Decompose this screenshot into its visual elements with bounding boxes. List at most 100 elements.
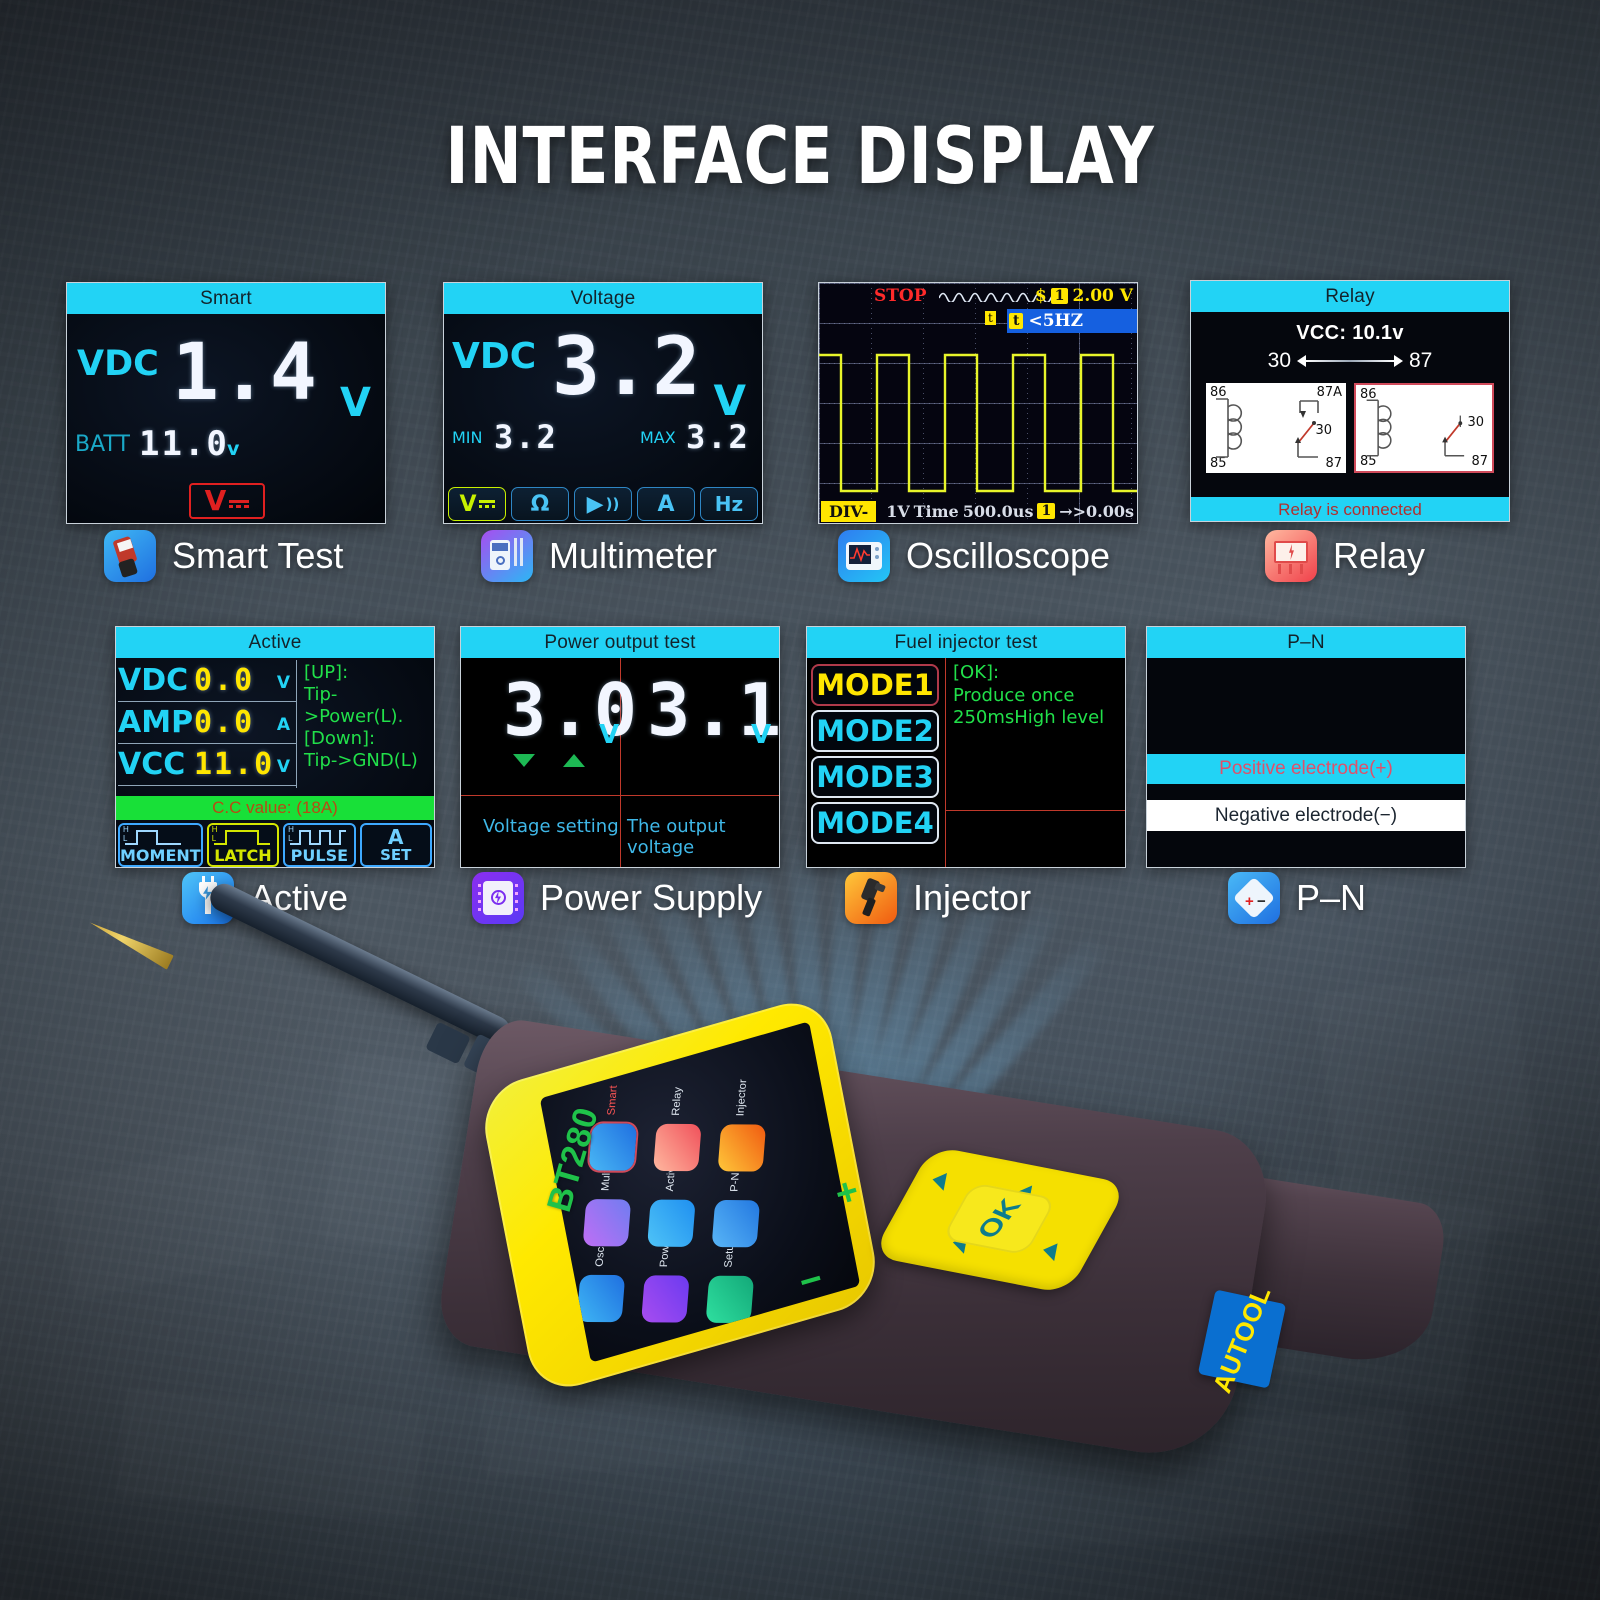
device-menu-label-injector: Injector bbox=[734, 1079, 750, 1117]
smart-batt-unit: v bbox=[227, 438, 240, 460]
diode-icon: ▶ bbox=[586, 491, 604, 517]
relay-diagram-normally-closed: 86 87A 85 87 30 bbox=[1206, 383, 1346, 473]
screen-body-voltage: VDC 3.2 V MIN 3.2 MAX 3.2 V Ω ▶ )) A Hz bbox=[444, 314, 762, 523]
active-readouts: VDC 0.0 V AMP 0.0 A VCC 11.0 V bbox=[118, 660, 296, 786]
increase-arrow-icon[interactable] bbox=[563, 754, 585, 767]
active-mode-buttons[interactable]: HL MOMENT HL LATCH HL PULSE A SET bbox=[118, 823, 432, 867]
smart-vdc-label: VDC bbox=[77, 344, 159, 384]
device-menu-multimeter[interactable]: Multimeter bbox=[582, 1138, 632, 1247]
label-text-relay: Relay bbox=[1333, 535, 1426, 576]
device-menu-relay[interactable]: Relay bbox=[653, 1087, 702, 1172]
screen-active: Active VDC 0.0 V AMP 0.0 A VCC 11.0 V [U… bbox=[115, 626, 435, 868]
smart-main-unit: V bbox=[340, 380, 371, 426]
button-amp-set-a: A bbox=[388, 824, 404, 849]
smart-tester-icon bbox=[104, 530, 156, 582]
screen-title-injector: Fuel injector test bbox=[807, 627, 1125, 658]
voltage-main-value: 3.2 bbox=[552, 320, 703, 413]
button-pulse[interactable]: HL PULSE bbox=[283, 823, 356, 867]
label-relay[interactable]: Relay bbox=[1265, 530, 1425, 582]
autool-logo-text: AUTOOL bbox=[1206, 1281, 1277, 1397]
pn-positive-electrode: Positive electrode(+) bbox=[1147, 754, 1465, 784]
injector-mode-3[interactable]: MODE3 bbox=[811, 756, 939, 798]
screen-title-pn: P–N bbox=[1147, 627, 1465, 658]
tab-diode-continuity[interactable]: ▶ )) bbox=[574, 487, 632, 521]
label-injector[interactable]: Injector bbox=[845, 872, 1031, 924]
tab-resistance[interactable]: Ω bbox=[511, 487, 569, 521]
injector-mode-1[interactable]: MODE1 bbox=[811, 664, 939, 706]
latch-waveform-icon bbox=[213, 830, 270, 845]
screen-title-smart: Smart bbox=[67, 283, 385, 314]
smart-batt-value: 11.0 bbox=[139, 424, 229, 464]
label-multimeter[interactable]: Multimeter bbox=[481, 530, 717, 582]
tab-dc-voltage[interactable]: V bbox=[448, 487, 506, 521]
injector-vertical-divider bbox=[945, 658, 946, 867]
device-menu-injector[interactable]: Injector bbox=[717, 1079, 767, 1172]
label-text-oscilloscope: Oscilloscope bbox=[906, 535, 1111, 576]
multimeter-icon bbox=[481, 530, 533, 582]
device-menu-label-pn: P-N bbox=[728, 1172, 742, 1192]
label-text-smart-test: Smart Test bbox=[172, 535, 344, 576]
device-illustration: Oscilloscope Powered by Setup Multimeter… bbox=[0, 879, 1600, 1600]
power-supply-icon bbox=[472, 872, 524, 924]
device-menu-setup[interactable]: Setup bbox=[705, 1238, 755, 1324]
dc-symbol-icon bbox=[229, 500, 250, 508]
oscilloscope-canvas: STOP $ 1 2.00 V t t <5HZ DIV- 1V Time 50… bbox=[819, 283, 1137, 523]
button-latch[interactable]: HL LATCH bbox=[206, 823, 280, 867]
multimeter-mode-tabs[interactable]: V Ω ▶ )) A Hz bbox=[448, 487, 758, 521]
active-row-amp: AMP 0.0 A bbox=[118, 702, 296, 744]
label-pn[interactable]: + − P–N bbox=[1228, 872, 1366, 924]
active-row-vcc: VCC 11.0 V bbox=[118, 744, 296, 786]
time-offset-chip: 1 bbox=[1037, 503, 1056, 519]
active-vdc-value: 0.0 bbox=[194, 663, 255, 698]
label-text-multimeter: Multimeter bbox=[549, 535, 718, 576]
device-menu-oscilloscope[interactable]: Oscilloscope bbox=[576, 1203, 626, 1323]
screen-injector: Fuel injector test MODE1 MODE2 MODE3 MOD… bbox=[806, 626, 1126, 868]
button-latch-label: LATCH bbox=[214, 846, 272, 866]
screen-voltage: Voltage VDC 3.2 V MIN 3.2 MAX 3.2 V Ω ▶ … bbox=[443, 282, 763, 524]
power-output-voltage-unit: V bbox=[751, 720, 772, 750]
device-menu-pn[interactable]: P-N bbox=[711, 1172, 761, 1248]
injector-mode-4[interactable]: MODE4 bbox=[811, 802, 939, 844]
screen-smart: Smart VDC 1.4 V BATT 11.0 v V bbox=[66, 282, 386, 524]
active-vcc-unit: V bbox=[276, 757, 290, 777]
active-row-vdc: VDC 0.0 V bbox=[118, 660, 296, 702]
relay-coil-icon-1 bbox=[1216, 398, 1319, 458]
label-smart-test[interactable]: Smart Test bbox=[104, 530, 343, 582]
decrease-arrow-icon[interactable] bbox=[513, 754, 535, 767]
device-menu-grid[interactable]: Oscilloscope Powered by Setup Multimeter… bbox=[566, 1062, 835, 1332]
label-power-supply[interactable]: Power Supply bbox=[472, 872, 762, 924]
time-value: 500.0us bbox=[962, 501, 1034, 521]
label-oscilloscope[interactable]: Oscilloscope bbox=[838, 530, 1110, 582]
button-amp-set[interactable]: A SET bbox=[359, 823, 432, 867]
smart-mode-letter: V bbox=[204, 484, 227, 517]
relay-coil-icon-2 bbox=[1366, 399, 1465, 457]
moment-waveform-icon bbox=[125, 830, 181, 845]
screen-body-relay: VCC: 10.1v 30 87 86 87A 85 87 30 86 85 8… bbox=[1191, 312, 1509, 521]
relay-diagrams: 86 87A 85 87 30 86 85 87 30 bbox=[1191, 383, 1509, 473]
injector-icon bbox=[845, 872, 897, 924]
pn-negative-electrode: Negative electrode(−) bbox=[1147, 800, 1465, 831]
smart-main-value: 1.4 bbox=[172, 328, 319, 418]
oscilloscope-footer: DIV- 1V Time 500.0us 1 →>0.00s bbox=[819, 499, 1137, 523]
screen-relay: Relay VCC: 10.1v 30 87 86 87A 85 87 30 8… bbox=[1190, 280, 1510, 522]
tab-frequency[interactable]: Hz bbox=[700, 487, 758, 521]
injector-mode-list[interactable]: MODE1 MODE2 MODE3 MODE4 bbox=[811, 664, 939, 844]
div-label: DIV- bbox=[821, 500, 877, 522]
smart-dc-volt-badge: V bbox=[189, 483, 265, 519]
active-help-text: [UP]: Tip->Power(L). [Down]: Tip->GND(L) bbox=[304, 662, 418, 771]
button-moment[interactable]: HL MOMENT bbox=[118, 823, 203, 867]
power-horizontal-divider bbox=[461, 795, 779, 796]
injector-mode-2[interactable]: MODE2 bbox=[811, 710, 939, 752]
device-menu-active[interactable]: Active bbox=[647, 1161, 696, 1247]
label-text-power-supply: Power Supply bbox=[540, 877, 763, 918]
device-menu-powered-by[interactable]: Powered by bbox=[641, 1208, 690, 1323]
tab-current[interactable]: A bbox=[637, 487, 695, 521]
relay-status: Relay is connected bbox=[1191, 497, 1509, 521]
screen-body-active: VDC 0.0 V AMP 0.0 A VCC 11.0 V [UP]: Tip… bbox=[116, 658, 434, 867]
button-moment-label: MOMENT bbox=[120, 846, 201, 866]
button-amp-set-label: SET bbox=[380, 845, 412, 864]
screen-body-smart: VDC 1.4 V BATT 11.0 v V bbox=[67, 314, 385, 523]
screen-pn: P–N Positive electrode(+) Negative elect… bbox=[1146, 626, 1466, 868]
device-menu-label-smart: Smart bbox=[605, 1085, 620, 1116]
relay-diagram-energized: 86 85 87 30 bbox=[1354, 383, 1494, 473]
